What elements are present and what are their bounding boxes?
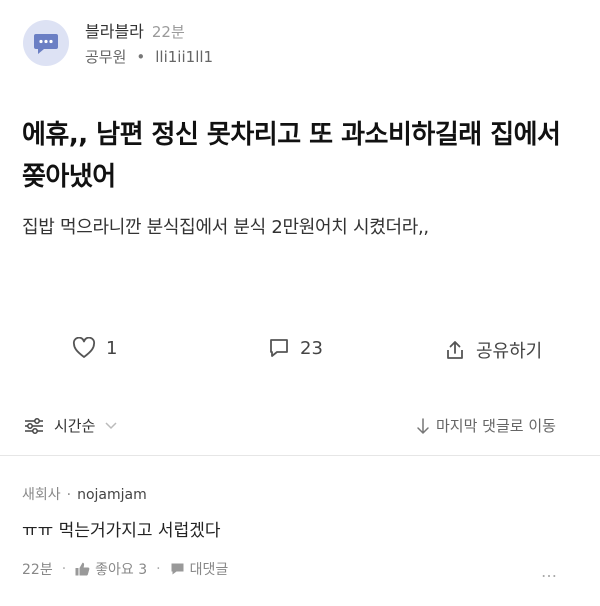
more-icon[interactable]: … (541, 562, 559, 581)
chat-bubble-icon (34, 34, 58, 54)
heart-icon (72, 337, 96, 358)
share-button[interactable]: 공유하기 (444, 337, 542, 363)
jump-to-last-comment[interactable]: 마지막 댓글로 이동 (416, 415, 556, 436)
post-company: 공무원 (85, 48, 127, 66)
comment-actions: 22분 · 좋아요 3 · 대댓글 (22, 559, 228, 579)
share-label: 공유하기 (476, 341, 543, 362)
comment-author[interactable]: nojamjam (77, 487, 147, 503)
reply-button[interactable]: 대댓글 (170, 559, 229, 579)
meta-separator: • (136, 48, 146, 66)
post-author-line: 블라블라 22분 (85, 18, 185, 42)
meta-separator: · (66, 487, 72, 503)
divider (0, 455, 600, 456)
comment-icon (270, 339, 288, 357)
author-avatar[interactable] (23, 20, 69, 66)
comment-like-label: 좋아요 3 (95, 562, 148, 578)
comment-button[interactable]: 23 (268, 337, 323, 359)
meta-separator: · (61, 561, 67, 577)
comment-count: 23 (300, 337, 323, 359)
sort-label: 시간순 (54, 417, 96, 435)
comment-meta: 새회사 · nojamjam (22, 484, 147, 504)
chevron-down-icon (105, 419, 117, 433)
comment-time: 22분 (22, 562, 53, 578)
post-body: 집밥 먹으라니깐 분식집에서 분식 2만원어치 시켰더라,, (22, 217, 429, 238)
sort-dropdown[interactable]: 시간순 (24, 415, 117, 436)
meta-separator: · (156, 561, 161, 577)
comment-text: ㅠㅠ 먹는거가지고 서럽겠다 (22, 521, 221, 541)
sort-icon (25, 417, 43, 434)
comment-company: 새회사 (22, 487, 61, 503)
arrow-down-icon (417, 417, 429, 434)
post-time: 22분 (151, 23, 185, 41)
post-author[interactable]: 블라블라 (85, 22, 144, 41)
reply-icon (171, 563, 184, 575)
thumbs-up-icon (75, 562, 90, 576)
like-count: 1 (106, 337, 118, 359)
comment-like-button[interactable]: 좋아요 3 (75, 559, 147, 579)
post-meta: 공무원 • lli1ii1ll1 (85, 46, 213, 67)
post-title: 에휴,, 남편 정신 못차리고 또 과소비하길래 집에서 쫒아냈어 (22, 120, 561, 192)
jump-label: 마지막 댓글로 이동 (436, 417, 556, 435)
post-handle: lli1ii1ll1 (155, 48, 214, 66)
like-button[interactable]: 1 (72, 337, 117, 359)
reply-label: 대댓글 (189, 562, 229, 578)
share-icon (447, 341, 463, 359)
